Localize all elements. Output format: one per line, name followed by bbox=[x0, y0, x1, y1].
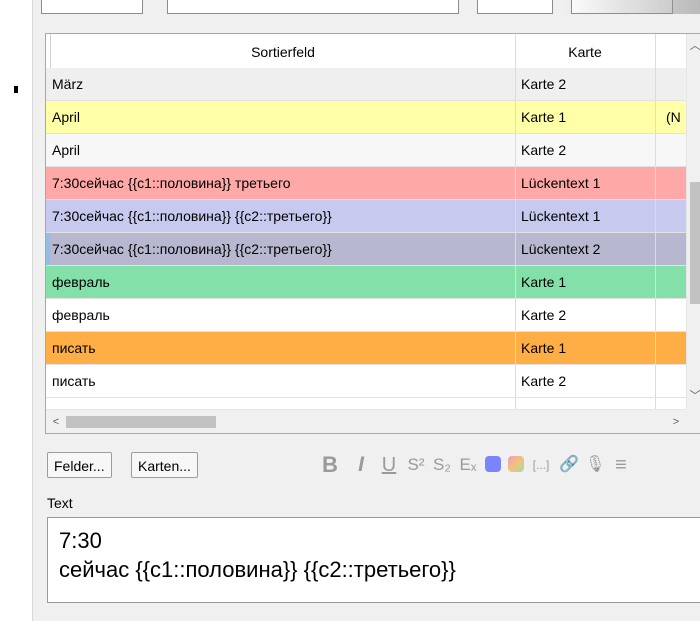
cell-extra bbox=[655, 68, 686, 100]
top-control-2[interactable] bbox=[477, 0, 553, 14]
cell-sortierfeld: февраль bbox=[52, 307, 110, 323]
underline-icon[interactable]: U bbox=[379, 450, 399, 480]
italic-icon[interactable]: I bbox=[351, 450, 371, 480]
table-row[interactable]: 7:30сейчас {{c1::половина}} третьего Lück… bbox=[46, 167, 686, 200]
row-selection-marker bbox=[46, 266, 50, 298]
cell-extra bbox=[655, 266, 686, 298]
table-row[interactable]: April Karte 2 bbox=[46, 134, 686, 167]
cell-sortierfeld: писать bbox=[52, 373, 96, 389]
fields-button[interactable]: Felder... bbox=[47, 452, 112, 478]
cell-sortierfeld: 7:30сейчас {{c1::половина}} {{c2::третье… bbox=[52, 208, 332, 224]
table-row[interactable]: февраль Karte 2 bbox=[46, 299, 686, 332]
cell-extra bbox=[655, 167, 686, 199]
row-selection-marker bbox=[46, 233, 50, 265]
cell-karte: Karte 1 bbox=[515, 101, 661, 133]
cell-extra bbox=[655, 134, 686, 166]
cell-extra bbox=[655, 299, 686, 331]
offscreen-marker bbox=[14, 86, 18, 93]
text-field-editor[interactable]: 7:30 сейчас {{c1::половина}} {{c2::треть… bbox=[47, 517, 700, 603]
cell-sortierfeld: April bbox=[52, 142, 81, 158]
bold-icon[interactable]: B bbox=[319, 450, 341, 480]
table-row[interactable]: февраль Karte 1 bbox=[46, 266, 686, 299]
clear-format-icon[interactable]: Eₓ bbox=[457, 450, 479, 480]
cell-karte: Lückentext 1 bbox=[515, 200, 661, 232]
cell-sortierfeld: März bbox=[52, 76, 84, 92]
scroll-right-arrow-icon[interactable]: > bbox=[668, 414, 684, 430]
row-selection-marker bbox=[46, 167, 50, 199]
text-color-icon[interactable] bbox=[485, 456, 501, 472]
horizontal-scroll-thumb[interactable] bbox=[66, 416, 216, 428]
cell-karte: Karte 2 bbox=[515, 134, 661, 166]
cell-sortierfeld: писать bbox=[52, 340, 96, 356]
subscript-icon[interactable]: S₂ bbox=[431, 450, 453, 480]
cell-sortierfeld: 7:30сейчас {{c1::половина}} третьего bbox=[52, 175, 291, 191]
superscript-icon[interactable]: S² bbox=[405, 450, 427, 480]
cards-button[interactable]: Karten... bbox=[131, 452, 198, 478]
cell-sortierfeld: февраль bbox=[52, 274, 110, 290]
card-table[interactable]: Sortierfeld Karte März Karte 2 April Karte … bbox=[45, 33, 700, 434]
scroll-up-arrow-icon[interactable]: ︿ bbox=[687, 38, 700, 54]
table-row[interactable]: März Karte 2 bbox=[46, 68, 686, 101]
table-row[interactable]: писать Karte 1 bbox=[46, 332, 686, 365]
cell-extra bbox=[655, 365, 686, 397]
row-selection-marker bbox=[46, 134, 50, 166]
row-selection-marker bbox=[46, 68, 50, 100]
scroll-left-arrow-icon[interactable]: < bbox=[48, 414, 64, 430]
cell-extra bbox=[655, 332, 686, 364]
cell-karte: Karte 1 bbox=[515, 266, 661, 298]
highlight-color-icon[interactable] bbox=[508, 456, 524, 472]
cell-karte: Karte 1 bbox=[515, 332, 661, 364]
cell-sortierfeld: 7:30сейчас {{c1::половина}} {{c2::третье… bbox=[52, 241, 332, 257]
browser-window: Sortierfeld Karte März Karte 2 April Karte … bbox=[32, 0, 700, 621]
table-row[interactable]: 7:30сейчас {{c1::половина}} {{c2::третье… bbox=[46, 200, 686, 233]
cell-karte: Karte 2 bbox=[515, 299, 661, 331]
column-header-sortierfeld[interactable]: Sortierfeld bbox=[51, 34, 516, 68]
vertical-scrollbar[interactable]: ︿ ﹀ bbox=[686, 34, 700, 409]
scrollbar-corner bbox=[686, 409, 700, 433]
row-selection-marker bbox=[46, 101, 50, 133]
cell-extra bbox=[655, 200, 686, 232]
row-selection-marker bbox=[46, 332, 50, 364]
cell-karte: Karte 2 bbox=[515, 68, 661, 100]
attach-icon[interactable]: 🔗 bbox=[559, 450, 579, 480]
more-options-icon[interactable]: ≡ bbox=[611, 450, 631, 480]
cell-karte: Lückentext 2 bbox=[515, 233, 661, 265]
column-header-karte[interactable]: Karte bbox=[515, 34, 656, 68]
top-control-1[interactable] bbox=[41, 0, 143, 14]
cell-extra bbox=[655, 233, 686, 265]
horizontal-scrollbar[interactable]: < > bbox=[46, 409, 686, 433]
table-row[interactable]: April Karte 1 (N bbox=[46, 101, 686, 134]
table-row[interactable]: писать Karte 2 bbox=[46, 365, 686, 398]
cloze-icon[interactable]: [...] bbox=[529, 450, 553, 480]
record-audio-icon[interactable]: 🎙 bbox=[585, 450, 605, 480]
editor-line-1: 7:30 bbox=[59, 528, 102, 553]
table-row[interactable]: 7:30сейчас {{c1::половина}} {{c2::третье… bbox=[46, 233, 686, 266]
cell-extra: (N bbox=[655, 101, 686, 133]
top-search-field[interactable] bbox=[167, 0, 459, 14]
cell-karte: Lückentext 1 bbox=[515, 167, 661, 199]
vertical-scroll-thumb[interactable] bbox=[690, 182, 700, 304]
cell-karte: Karte 2 bbox=[515, 365, 661, 397]
cell-sortierfeld: April bbox=[52, 109, 81, 125]
field-label-text: Text bbox=[47, 495, 73, 511]
table-header: Sortierfeld Karte bbox=[46, 34, 686, 69]
row-selection-marker bbox=[46, 365, 50, 397]
scroll-down-arrow-icon[interactable]: ﹀ bbox=[687, 388, 700, 404]
editor-line-2: сейчас {{c1::половина}} {{c2::третьего}} bbox=[59, 557, 456, 582]
row-selection-marker bbox=[46, 200, 50, 232]
top-shadow bbox=[561, 0, 700, 14]
top-toolbar-remnant bbox=[33, 0, 700, 16]
row-selection-marker bbox=[46, 299, 50, 331]
